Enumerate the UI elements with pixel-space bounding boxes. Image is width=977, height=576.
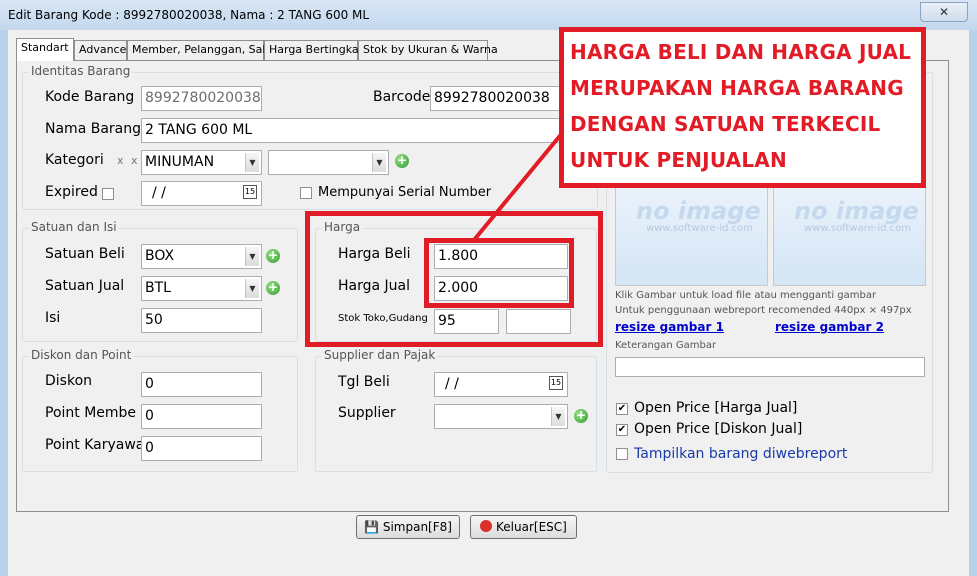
annotation-line-1: HARGA BELI DAN HARGA JUAL bbox=[570, 40, 912, 64]
annotation-line-2: MERUPAKAN HARGA BARANG bbox=[570, 76, 904, 100]
annotation-callout: HARGA BELI DAN HARGA JUAL MERUPAKAN HARG… bbox=[559, 27, 926, 188]
annotation-line-3: DENGAN SATUAN TERKECIL bbox=[570, 112, 881, 136]
annotation-line-4: UNTUK PENJUALAN bbox=[570, 148, 787, 172]
tab-standart[interactable]: Standart bbox=[16, 38, 74, 61]
